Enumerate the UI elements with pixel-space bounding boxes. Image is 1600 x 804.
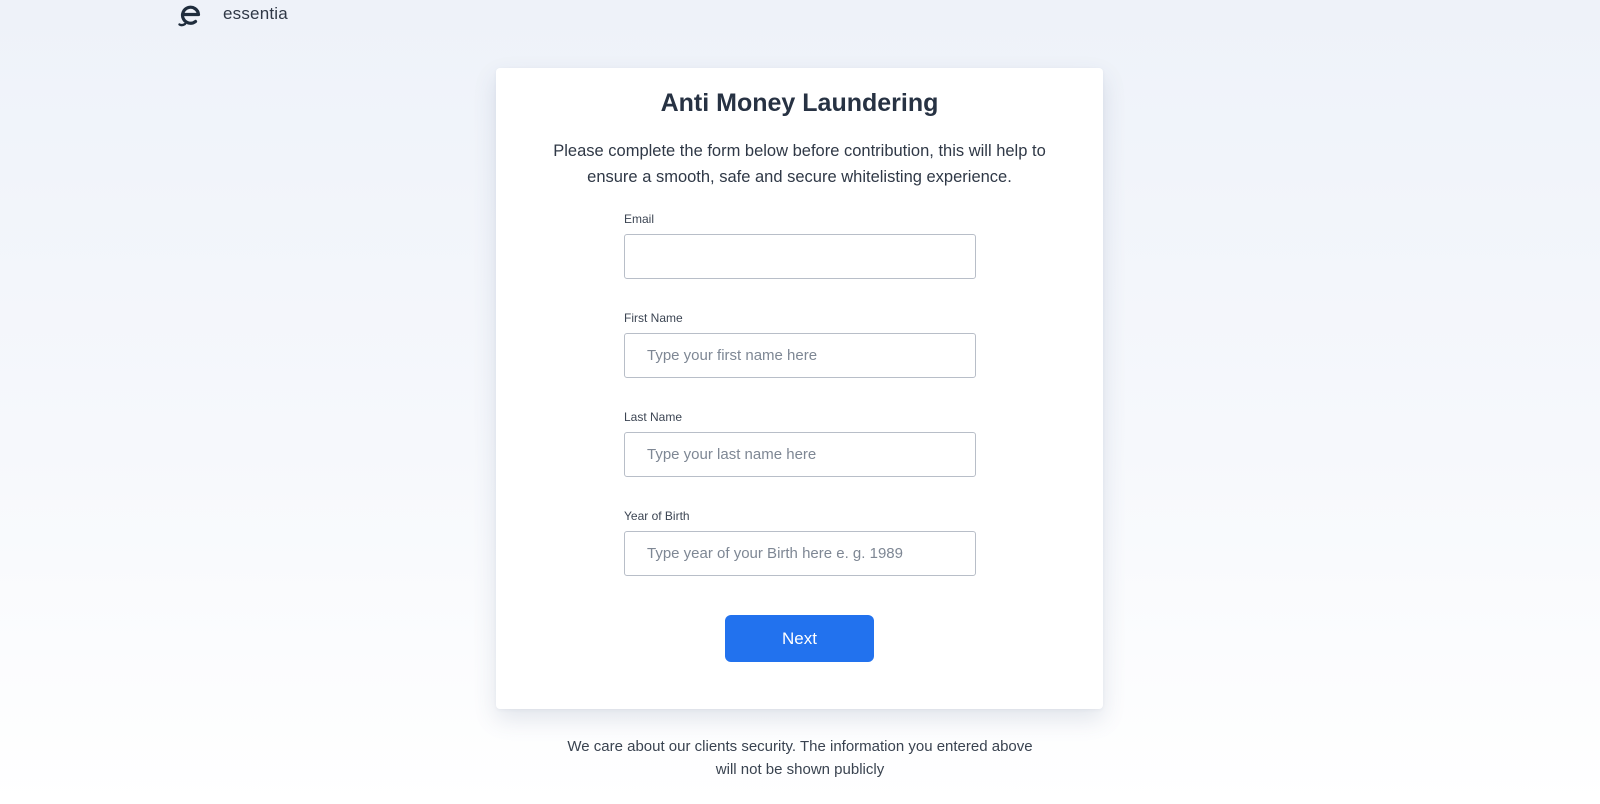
last-name-input[interactable]	[624, 432, 976, 477]
year-of-birth-input[interactable]	[624, 531, 976, 576]
last-name-label: Last Name	[624, 410, 683, 424]
security-note: We care about our clients security. The …	[567, 738, 1033, 778]
year-of-birth-field-group: Year of Birth	[624, 508, 976, 576]
email-label: Email	[624, 212, 655, 226]
first-name-input[interactable]	[624, 333, 976, 378]
email-input[interactable]	[624, 234, 976, 279]
brand-name: essentia	[223, 4, 288, 23]
email-field-group: Email	[624, 211, 976, 279]
next-button[interactable]: Next	[725, 615, 874, 662]
first-name-label: First Name	[624, 311, 683, 325]
essentia-logo-icon	[178, 5, 201, 27]
year-of-birth-label: Year of Birth	[624, 509, 690, 523]
aml-form-card: Anti Money Laundering Please complete th…	[496, 68, 1103, 709]
brand-header: essentia	[177, 0, 288, 28]
first-name-field-group: First Name	[624, 310, 976, 378]
form-subtitle: Please complete the form below before co…	[553, 142, 1046, 186]
form-title: Anti Money Laundering	[660, 89, 939, 117]
last-name-field-group: Last Name	[624, 409, 976, 477]
